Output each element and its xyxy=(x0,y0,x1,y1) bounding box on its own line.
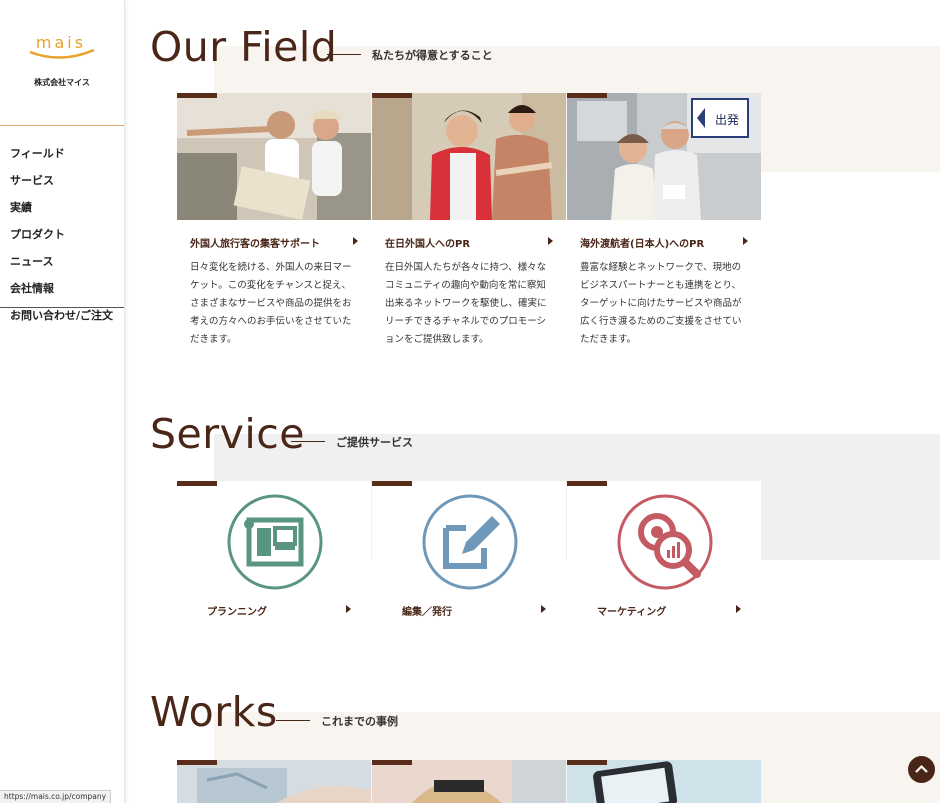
sidebar-divider xyxy=(0,125,124,126)
field-title-line xyxy=(327,54,361,55)
arrow-right-icon xyxy=(541,605,546,613)
logo-text: mais xyxy=(36,33,86,52)
service-card-planning[interactable]: プランニング xyxy=(177,481,371,618)
chevron-up-icon xyxy=(915,764,928,773)
nav-item-contact[interactable]: お問い合わせ/ご注文 xyxy=(0,308,124,335)
arrow-right-icon xyxy=(743,237,748,245)
analytics-magnifier-icon xyxy=(617,494,713,590)
service-subtitle: ご提供サービス xyxy=(336,436,413,449)
card-accent-bar xyxy=(177,481,217,486)
service-card-marketing[interactable]: マーケティング xyxy=(567,481,761,618)
nav-item-news[interactable]: ニュース xyxy=(0,254,124,281)
card-accent-bar xyxy=(567,760,607,765)
main-nav: フィールド サービス 実績 プロダクト ニュース 会社情報 お問い合わせ/ご注文 xyxy=(0,146,124,335)
photo-map xyxy=(177,760,371,803)
works-card-1[interactable] xyxy=(177,760,371,803)
nav-item-works[interactable]: 実績 xyxy=(0,200,124,227)
photo-tourists xyxy=(177,93,371,220)
photo-tablet xyxy=(567,760,761,803)
company-name: 株式会社マイス xyxy=(34,78,90,87)
card-accent-bar xyxy=(567,481,607,486)
card-accent-bar xyxy=(177,93,217,98)
service-card-editing[interactable]: 編集／発行 xyxy=(372,481,566,618)
field-subtitle: 私たちが得意とすること xyxy=(372,49,493,62)
card-accent-bar xyxy=(372,760,412,765)
field-card-title: 海外渡航者(日本人)へのPR xyxy=(580,239,705,250)
field-card-title: 在日外国人へのPR xyxy=(385,239,471,250)
arrow-right-icon xyxy=(548,237,553,245)
blueprint-icon xyxy=(227,494,323,590)
card-accent-bar xyxy=(372,481,412,486)
status-bar-url: https://mais.co.jp/company xyxy=(0,790,112,803)
arrow-right-icon xyxy=(736,605,741,613)
card-accent-bar xyxy=(177,760,217,765)
field-card-text: 日々変化を続ける、外国人の来日マーケット。この変化をチャンスと捉え、さまざまなサ… xyxy=(190,262,352,345)
works-card-2[interactable] xyxy=(372,760,566,803)
nav-item-service[interactable]: サービス xyxy=(0,173,124,200)
works-title: Works xyxy=(150,688,278,736)
sidebar: mais 株式会社マイス フィールド サービス 実績 プロダクト ニュース 会社… xyxy=(0,0,125,803)
service-card-label: 編集／発行 xyxy=(402,607,452,618)
field-card-text: 在日外国人たちが各々に持つ、様々なコミュニティの趣向や動向を常に察知出来るネット… xyxy=(385,262,547,345)
nav-item-company[interactable]: 会社情報 xyxy=(0,281,124,308)
edit-pencil-icon xyxy=(422,494,518,590)
nav-item-product[interactable]: プロダクト xyxy=(0,227,124,254)
arrow-right-icon xyxy=(346,605,351,613)
mais-logo[interactable]: mais xyxy=(22,32,100,62)
works-card-3[interactable] xyxy=(567,760,761,803)
service-title-line xyxy=(291,441,325,442)
arrow-right-icon xyxy=(353,237,358,245)
photo-departure: 出発 xyxy=(567,93,761,220)
card-accent-bar xyxy=(567,93,607,98)
sign-departure-text: 出発 xyxy=(715,113,739,127)
back-to-top-button[interactable] xyxy=(908,756,935,783)
works-title-line xyxy=(276,720,310,721)
service-card-label: マーケティング xyxy=(597,607,667,618)
photo-kimono xyxy=(372,93,566,220)
photo-hat-person xyxy=(372,760,566,803)
works-subtitle: これまでの事例 xyxy=(321,715,398,728)
service-title: Service xyxy=(150,410,306,458)
card-accent-bar xyxy=(372,93,412,98)
service-card-label: プランニング xyxy=(207,607,267,618)
nav-item-field[interactable]: フィールド xyxy=(0,146,124,173)
field-card-text: 豊富な経験とネットワークで、現地のビジネスパートナーとも連携をとり、ターゲットに… xyxy=(580,262,742,345)
field-title: Our Field xyxy=(150,23,338,71)
field-card-title: 外国人旅行客の集客サポート xyxy=(190,239,320,250)
main-content: Our Field 私たちが得意とすること 外国人旅行客の集客サポート 日々変化… xyxy=(125,0,940,803)
